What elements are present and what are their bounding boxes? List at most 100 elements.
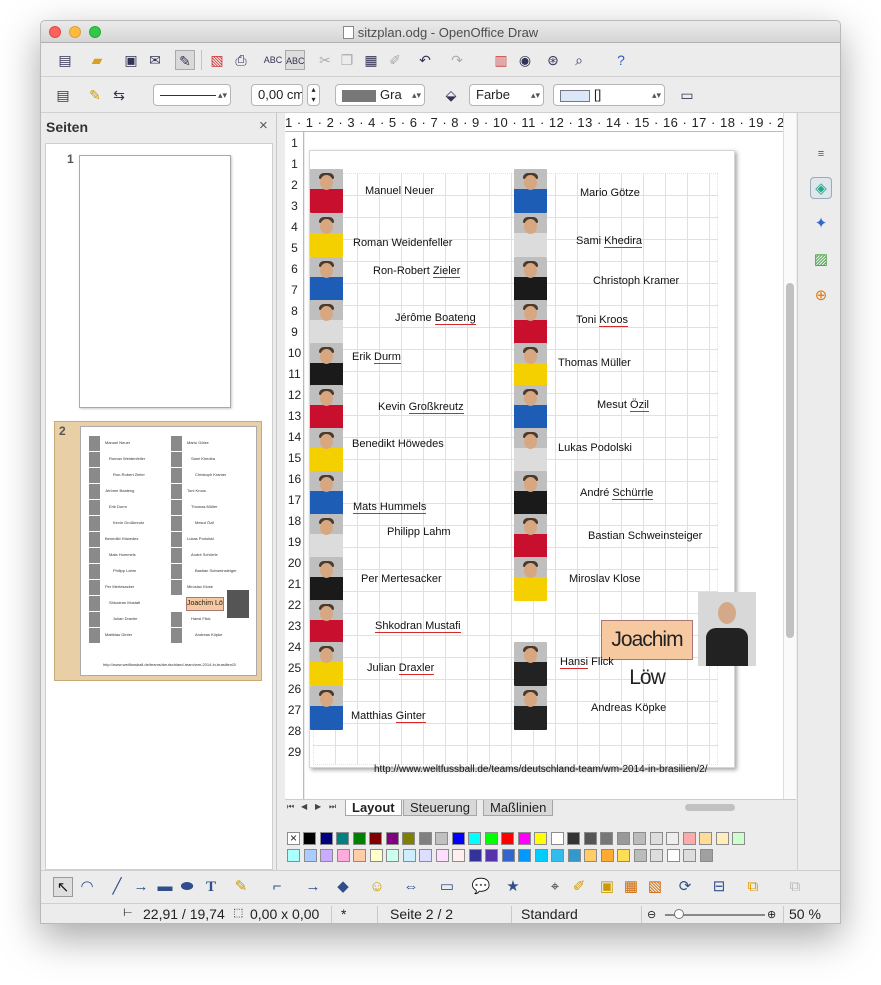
freeform-tool-icon[interactable]: ✎ <box>231 877 251 897</box>
color-swatch[interactable] <box>583 832 597 845</box>
player-name-label[interactable]: Roman Weidenfeller <box>353 237 452 249</box>
close-panel-icon[interactable]: × <box>259 117 268 134</box>
page-thumbnail-2[interactable]: Manuel Neuer Roman Weidenfeller Ron-Robert… <box>80 426 257 676</box>
player-photo[interactable] <box>514 557 547 601</box>
color-swatch[interactable] <box>550 832 564 845</box>
zoom-slider-knob[interactable] <box>674 909 684 919</box>
color-swatch[interactable] <box>369 849 383 862</box>
lines-arrows-icon[interactable]: → <box>303 877 323 897</box>
copy-icon[interactable]: ❐ <box>337 50 357 70</box>
arrow-style-icon[interactable]: ⇆ <box>109 85 129 105</box>
no-fill-swatch[interactable]: × <box>287 832 300 845</box>
player-photo[interactable] <box>310 428 343 472</box>
player-photo[interactable] <box>310 642 343 686</box>
color-swatch[interactable] <box>534 849 548 862</box>
color-swatch[interactable] <box>402 849 416 862</box>
curve-tool-icon[interactable]: ◠ <box>77 877 97 897</box>
prev-tab-icon[interactable]: ◀ <box>301 802 307 811</box>
line-width-input[interactable]: 0,00 cm <box>251 84 303 106</box>
color-swatch[interactable] <box>517 832 531 845</box>
redo-icon[interactable]: ↷ <box>447 50 467 70</box>
spellcheck-icon[interactable]: ABC <box>263 50 283 70</box>
align-icon[interactable]: ⊟ <box>709 877 729 897</box>
tab-steuerung[interactable]: Steuerung <box>403 800 477 816</box>
line-color-select[interactable]: Gra ▴▾ <box>335 84 425 106</box>
player-name-label[interactable]: Andreas Köpke <box>591 702 666 714</box>
player-photo[interactable] <box>310 686 343 730</box>
coach-label-box[interactable]: Joachim Löw <box>601 620 693 689</box>
player-photo[interactable] <box>310 169 343 213</box>
color-swatch[interactable] <box>617 849 630 862</box>
flowchart-icon[interactable]: ▭ <box>437 877 457 897</box>
new-document-icon[interactable]: ▤ <box>55 50 75 70</box>
export-pdf-icon[interactable]: ▧ <box>207 50 227 70</box>
color-swatch[interactable] <box>320 849 333 862</box>
player-name-label[interactable]: Miroslav Klose <box>569 573 641 585</box>
zoom-in-icon[interactable]: ⊕ <box>767 908 776 921</box>
player-photo[interactable] <box>514 257 547 301</box>
player-name-label[interactable]: Matthias Ginter <box>351 710 426 723</box>
zoom-icon[interactable]: ⌕ <box>569 50 589 70</box>
line-width-spinner[interactable]: ▴ ▾ <box>307 84 320 106</box>
color-swatch[interactable] <box>518 849 531 862</box>
player-photo[interactable] <box>514 428 547 472</box>
player-name-label[interactable]: Hansi Flick <box>560 656 614 669</box>
color-swatch[interactable] <box>319 832 333 845</box>
color-swatch[interactable] <box>369 832 382 845</box>
player-name-label[interactable]: Mario Götze <box>580 187 640 199</box>
player-photo[interactable] <box>514 300 547 344</box>
source-url[interactable]: http://www.weltfussball.de/teams/deutsch… <box>374 764 708 775</box>
autospellcheck-icon[interactable]: ABC <box>285 50 305 70</box>
email-icon[interactable]: ✉ <box>145 50 165 70</box>
color-swatch[interactable] <box>699 832 712 845</box>
arrange-icon[interactable]: ⧉ <box>743 877 763 897</box>
color-swatch[interactable] <box>336 832 349 845</box>
color-swatch[interactable] <box>584 849 597 862</box>
group-icon[interactable]: ⧉ <box>785 877 805 897</box>
modified-indicator[interactable]: * <box>341 906 346 922</box>
color-swatch[interactable] <box>484 832 498 845</box>
player-photo[interactable] <box>310 343 343 387</box>
player-photo[interactable] <box>310 385 343 429</box>
select-arrow-icon[interactable]: ↖ <box>53 877 73 897</box>
glue-points-icon[interactable]: ✐ <box>569 877 589 897</box>
player-name-label[interactable]: Mats Hummels <box>353 501 427 514</box>
player-photo[interactable] <box>310 514 343 558</box>
color-swatch[interactable] <box>600 849 614 862</box>
vertical-ruler[interactable]: 1 1 2 3 4 5 6 7 8 9 10 11 12 13 14 15 16 17 18 19 20 21 22 23 24… <box>285 132 304 799</box>
print-icon[interactable]: ⎙ <box>231 50 251 70</box>
color-swatch[interactable] <box>666 849 680 862</box>
color-swatch[interactable] <box>501 832 514 845</box>
styles-icon[interactable]: ▤ <box>53 85 73 105</box>
ellipse-tool-icon[interactable]: ⬬ <box>177 877 197 897</box>
undo-icon[interactable]: ↶ <box>415 50 435 70</box>
color-swatch[interactable] <box>534 832 547 845</box>
coach-photo[interactable] <box>698 592 756 666</box>
player-name-label[interactable]: Erik Durm <box>352 351 401 364</box>
player-photo[interactable] <box>310 471 343 515</box>
player-photo[interactable] <box>310 300 343 344</box>
drawing-canvas[interactable]: Joachim Löw http://www.weltfussball.de/t… <box>305 132 783 799</box>
zoom-level[interactable]: 50 % <box>789 906 821 922</box>
color-swatch[interactable] <box>287 849 300 862</box>
color-swatch[interactable] <box>600 832 613 845</box>
text-tool-icon[interactable]: T <box>201 877 221 897</box>
rectangle-tool-icon[interactable]: ▬ <box>155 877 175 897</box>
color-swatch[interactable] <box>468 849 482 862</box>
line-style-select[interactable]: ▴▾ <box>153 84 231 106</box>
color-swatch[interactable] <box>551 849 564 862</box>
area-icon[interactable]: ⬙ <box>441 85 461 105</box>
chart-icon[interactable]: ▥ <box>491 50 511 70</box>
horizontal-scroll-thumb[interactable] <box>685 804 735 811</box>
styles-formatting-icon[interactable]: ✦ <box>810 213 832 235</box>
player-name-label[interactable]: Philipp Lahm <box>387 526 451 538</box>
color-swatch[interactable] <box>452 849 465 862</box>
player-photo[interactable] <box>310 600 343 644</box>
color-swatch[interactable] <box>451 832 465 845</box>
player-photo[interactable] <box>310 557 343 601</box>
stars-icon[interactable]: ★ <box>503 877 523 897</box>
save-icon[interactable]: ▣ <box>121 50 141 70</box>
gallery-sidebar-icon[interactable]: ▨ <box>810 249 832 271</box>
line-icon[interactable]: ✎ <box>85 85 105 105</box>
navigator-icon[interactable]: ⊛ <box>543 50 563 70</box>
